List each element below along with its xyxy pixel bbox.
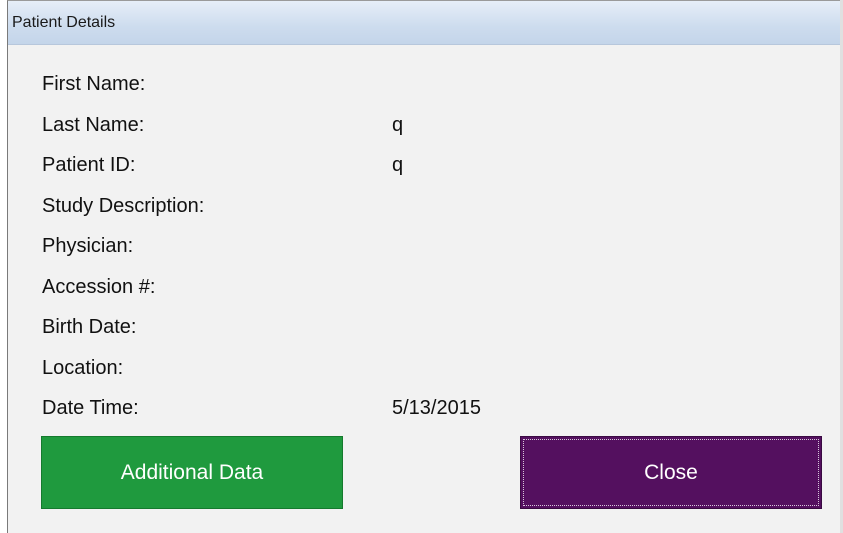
study-description-label: Study Description: (42, 194, 205, 217)
date-time-value: 5/13/2015 (392, 397, 481, 419)
patient-id-label: Patient ID: (42, 154, 136, 176)
dialog-titlebar: Patient Details (8, 1, 843, 45)
date-time-label: Date Time: (42, 397, 139, 419)
last-name-label: Last Name: (42, 113, 145, 136)
close-button-label: Close (644, 460, 698, 484)
first-name-label: First Name: (42, 73, 146, 95)
dialog-title: Patient Details (12, 14, 116, 31)
location-label: Location: (42, 356, 124, 379)
patient-id-value: q (392, 154, 404, 176)
additional-data-button-label: Additional Data (120, 460, 264, 484)
birth-date-label: Birth Date: (42, 316, 137, 338)
physician-label: Physician: (42, 235, 134, 257)
additional-data-button[interactable]: Additional Data (41, 436, 343, 509)
last-name-value: q (392, 113, 404, 136)
close-button[interactable]: Close (520, 436, 822, 509)
accession-label: Accession #: (42, 275, 156, 298)
patient-details-dialog: Patient Details First Name: Last Name: q… (7, 0, 843, 533)
